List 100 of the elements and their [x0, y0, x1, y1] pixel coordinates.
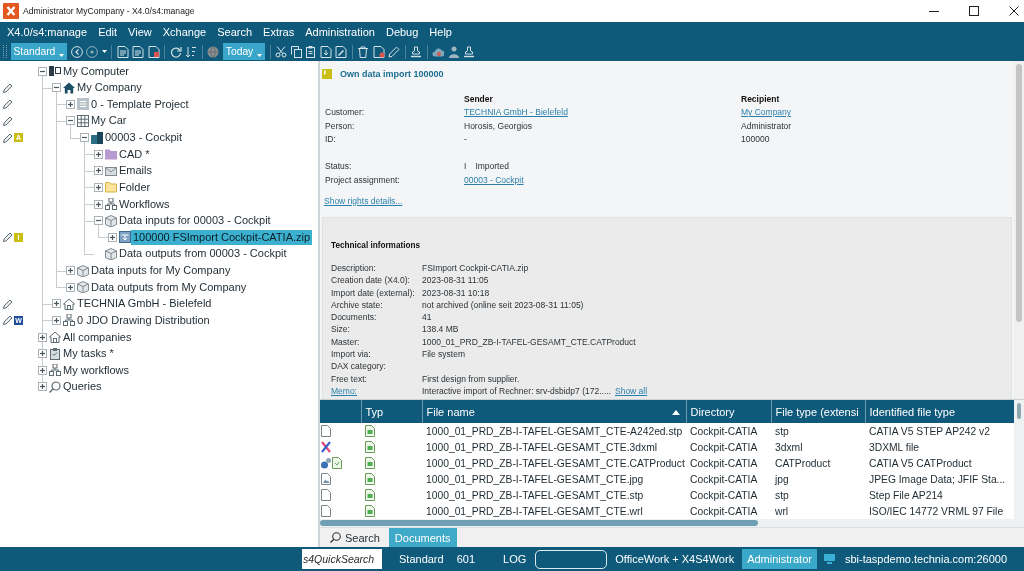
pencil-icon[interactable]: [3, 298, 13, 309]
scrollbar-thumb[interactable]: [1016, 64, 1022, 322]
field-value: File system: [422, 349, 465, 359]
tree-item[interactable]: TECHNIA GmbH - Bielefeld: [75, 296, 214, 312]
tree-item[interactable]: Data inputs for 00003 - Cockpit: [117, 213, 273, 229]
quick-search-field[interactable]: s4QuickSearch: [302, 549, 382, 569]
minimize-icon[interactable]: [929, 10, 939, 12]
tree-item[interactable]: Data outputs from My Company: [89, 279, 249, 295]
expand-toggle[interactable]: [94, 182, 103, 192]
sort-icon[interactable]: [185, 45, 198, 58]
pencil-icon[interactable]: [3, 315, 13, 326]
tree-item[interactable]: 0 JDO Drawing Distribution: [75, 312, 212, 328]
cloud-icon[interactable]: [432, 46, 445, 57]
tab[interactable]: Search: [324, 528, 386, 547]
sender-link[interactable]: TECHNIA GmbH - Bielefeld: [464, 107, 741, 118]
menu-item[interactable]: Debug: [380, 23, 424, 41]
document-download-icon[interactable]: [319, 45, 332, 58]
tree-item[interactable]: 0 - Template Project: [89, 96, 191, 112]
close-icon[interactable]: [1009, 6, 1019, 16]
document-icon: [365, 425, 375, 437]
tree-item[interactable]: 100000 FSImport Cockpit-CATIA.zip: [131, 229, 313, 245]
document-icon[interactable]: [372, 45, 385, 58]
expand-toggle[interactable]: [38, 382, 47, 392]
copy-icon[interactable]: [290, 45, 302, 58]
memo-link[interactable]: Memo:: [331, 385, 422, 396]
stamp-icon[interactable]: [410, 45, 423, 58]
clipboard-icon: [49, 347, 61, 360]
cut-icon[interactable]: [275, 45, 288, 58]
document-icon[interactable]: [116, 45, 129, 58]
collapse-toggle[interactable]: [52, 83, 61, 93]
menu-item[interactable]: X4.0/s4:manage: [1, 23, 93, 41]
show-all-link[interactable]: Show all: [615, 385, 648, 396]
collapse-toggle[interactable]: [66, 116, 75, 126]
tree-item[interactable]: My Computer: [61, 63, 132, 79]
pencil-icon[interactable]: [3, 132, 13, 143]
field-value: Administrator: [741, 120, 793, 131]
tree-item[interactable]: My Car: [89, 113, 129, 129]
expand-toggle[interactable]: [66, 282, 75, 292]
expand-toggle[interactable]: [38, 332, 47, 342]
pencil-icon[interactable]: [3, 232, 13, 243]
table-row[interactable]: 1000_01_PRD_ZB-I-TAFEL-GESAMT_CTE-A242ed.stp Cockpit-CATIA stp CATIA V5 STEP AP242 v2: [320, 423, 1014, 439]
caret-icon[interactable]: [101, 50, 107, 53]
tree-item[interactable]: Folder: [117, 179, 153, 195]
archive-icon: [119, 231, 131, 244]
circle-icon[interactable]: [86, 45, 99, 58]
menu-item[interactable]: View: [122, 23, 158, 41]
document-icon[interactable]: [132, 45, 145, 58]
expand-toggle[interactable]: [38, 349, 47, 359]
expand-toggle[interactable]: [108, 232, 117, 242]
expand-toggle[interactable]: [52, 315, 61, 325]
expand-toggle[interactable]: [94, 166, 103, 176]
expand-toggle[interactable]: [38, 365, 47, 375]
tree-item[interactable]: My workflows: [61, 362, 131, 378]
tree-item[interactable]: Workflows: [117, 196, 172, 212]
expand-toggle[interactable]: [94, 199, 103, 209]
log-field[interactable]: [535, 549, 608, 569]
menu-item[interactable]: Search: [211, 23, 258, 41]
field-label: DAX category:: [331, 361, 387, 372]
pencil-icon[interactable]: [3, 115, 13, 126]
expand-toggle[interactable]: [94, 149, 103, 159]
tree-item[interactable]: Data outputs from 00003 - Cockpit: [117, 246, 289, 262]
menu-item[interactable]: Administration: [299, 23, 381, 41]
tree-item[interactable]: All companies: [61, 329, 134, 345]
menu-item[interactable]: Extras: [257, 23, 300, 41]
collapse-toggle[interactable]: [38, 66, 47, 76]
expand-toggle[interactable]: [52, 299, 61, 309]
scrollbar-thumb[interactable]: [1017, 403, 1021, 419]
person-icon[interactable]: [447, 45, 460, 58]
caret-icon: [59, 54, 65, 57]
tree-item[interactable]: Emails: [117, 163, 154, 179]
stamp-icon[interactable]: [463, 45, 476, 58]
scrollbar-thumb[interactable]: [320, 520, 758, 526]
pencil-icon[interactable]: [3, 99, 13, 110]
collapse-toggle[interactable]: [80, 133, 89, 142]
maximize-icon[interactable]: [969, 6, 979, 16]
table-cell-text: Step File AP214: [868, 488, 944, 503]
tree-item[interactable]: CAD *: [117, 146, 152, 162]
back-icon[interactable]: [70, 45, 83, 58]
expand-toggle[interactable]: [66, 99, 75, 109]
trash-icon[interactable]: [357, 45, 370, 58]
project-link[interactable]: 00003 - Cockpit: [464, 174, 741, 185]
folder-icon: [105, 181, 117, 194]
rights-details-link[interactable]: Show rights details...: [324, 195, 403, 206]
pencil-icon[interactable]: [3, 82, 13, 93]
document-icon[interactable]: [147, 45, 160, 58]
menu-item[interactable]: Xchange: [157, 23, 212, 41]
recipient-link[interactable]: My Company: [741, 107, 1014, 118]
collapse-toggle[interactable]: [94, 216, 103, 226]
tree-item[interactable]: My Company: [75, 80, 144, 96]
field-value: 138.4 MB: [422, 324, 459, 335]
tree-item[interactable]: 00003 - Cockpit: [103, 130, 185, 145]
expand-toggle[interactable]: [66, 266, 75, 275]
refresh-icon[interactable]: [169, 45, 182, 58]
document-edit-icon[interactable]: [335, 45, 348, 58]
tree-item[interactable]: My tasks *: [61, 346, 116, 362]
tree-item[interactable]: Data inputs for My Company: [89, 263, 233, 278]
menu-item[interactable]: Help: [423, 23, 458, 41]
tree-item[interactable]: Queries: [61, 379, 104, 395]
menu-item[interactable]: Edit: [92, 23, 123, 41]
paste-icon[interactable]: [305, 45, 317, 58]
